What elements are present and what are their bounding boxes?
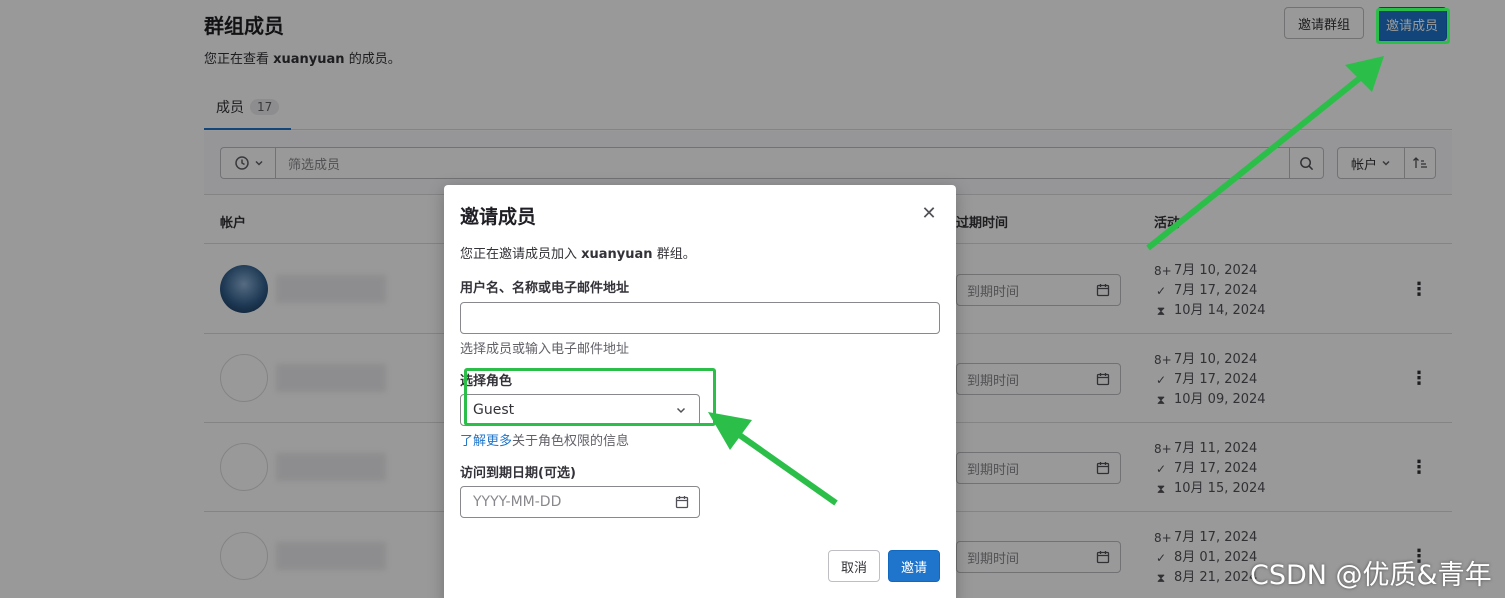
- arrow-to-invite-button: [1146, 75, 1362, 251]
- arrow-to-role-select: [736, 431, 838, 506]
- arrowhead-role-select: [708, 412, 752, 450]
- annotation-arrows: [708, 56, 1384, 506]
- watermark: CSDN @优质&青年: [1250, 560, 1492, 591]
